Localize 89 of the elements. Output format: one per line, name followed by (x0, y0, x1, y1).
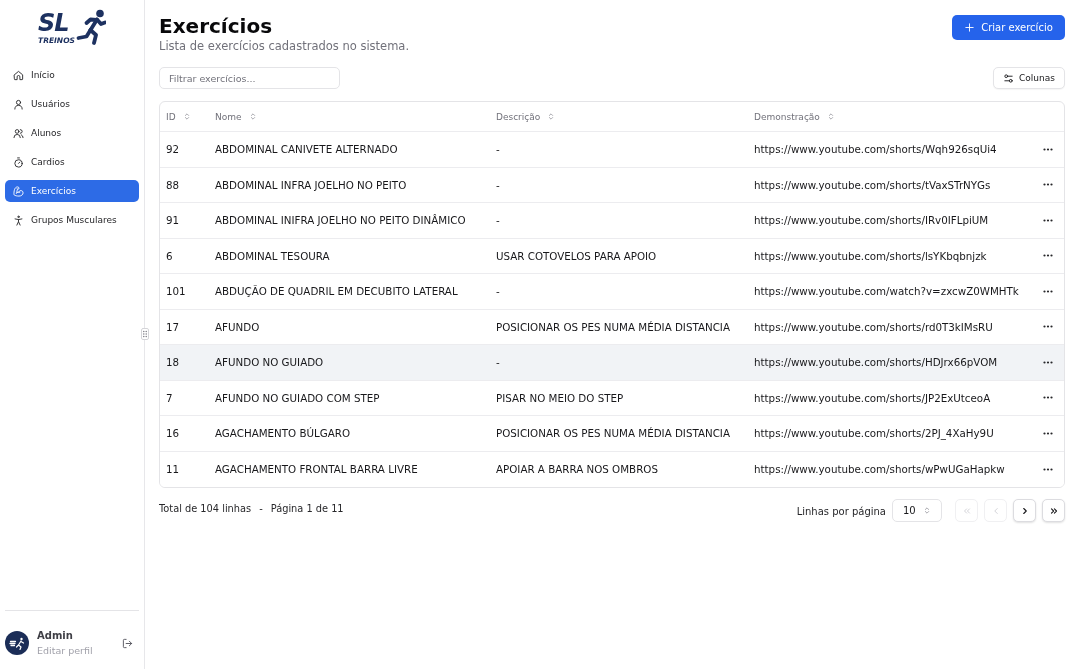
updown-chevron-icon (923, 506, 931, 515)
next-page-button[interactable] (1013, 499, 1036, 522)
exercise-name: AGACHAMENTO BÚLGARO (215, 427, 351, 440)
exercise-id: 91 (166, 214, 180, 227)
double-chevron-right-icon (1048, 505, 1059, 516)
more-icon[interactable] (1042, 147, 1053, 151)
flexed-arm-icon (13, 185, 24, 197)
columns-button[interactable]: Colunas (993, 67, 1065, 89)
logo-wordmark: SL (38, 12, 69, 34)
more-icon[interactable] (1042, 396, 1053, 400)
exercise-id: 92 (166, 143, 180, 156)
runner-icon (75, 9, 106, 45)
exercise-name: ABDOMINAL INFRA JOELHO NO PEITO (215, 178, 407, 191)
exercise-name: AGACHAMENTO FRONTAL BARRA LIVRE (215, 463, 418, 476)
exercise-description: - (496, 178, 500, 191)
exercise-description: USAR COTOVELOS PARA APOIO (496, 249, 657, 262)
more-icon[interactable] (1042, 183, 1053, 187)
plus-icon (964, 22, 976, 33)
rows-per-page-label: Linhas por página (796, 506, 886, 517)
separator-text: - (259, 502, 263, 516)
stopwatch-icon (13, 156, 24, 168)
exercise-name: AFUNDO (215, 320, 260, 333)
more-icon[interactable] (1042, 254, 1053, 258)
nav-item[interactable]: Usuários (5, 93, 139, 115)
video-url: https://www.youtube.com/shorts/Wqh926sqUi4 (754, 143, 997, 156)
total-rows-text: Total de 104 linhas (159, 502, 252, 516)
page-indicator: Página 1 de 11 (270, 502, 344, 516)
nav-item[interactable]: Cardios (5, 151, 139, 173)
column-header[interactable]: Descrição (490, 111, 556, 122)
exercise-description: - (496, 356, 500, 369)
exercise-id: 11 (166, 463, 180, 476)
nav-item[interactable]: Exercícios (5, 180, 139, 202)
more-icon[interactable] (1042, 289, 1053, 293)
double-chevron-left-icon (961, 505, 972, 516)
page-title: Exercícios (159, 14, 274, 38)
exercise-description: POSICIONAR OS PES NUMA MÉDIA DISTANCIA (496, 427, 730, 440)
more-icon[interactable] (1042, 325, 1053, 329)
users-icon (13, 127, 24, 139)
exercise-id: 16 (166, 427, 180, 440)
sliders-icon (1003, 72, 1015, 84)
video-url: https://www.youtube.com/watch?v=zxcwZ0WMHTk (754, 285, 1019, 298)
drag-handle-icon[interactable] (141, 328, 149, 340)
home-icon (13, 69, 24, 81)
nav-item[interactable]: Grupos Musculares (5, 209, 139, 231)
video-url: https://www.youtube.com/shorts/IRv0IFLpiUM (754, 214, 989, 227)
column-header[interactable]: Nome (209, 111, 257, 122)
video-url: https://www.youtube.com/shorts/HDJrx66pVOM (754, 356, 998, 369)
last-page-button[interactable] (1042, 499, 1065, 522)
exercise-name: AFUNDO NO GUIADO COM STEP (215, 391, 380, 404)
exercise-id: 17 (166, 320, 180, 333)
video-url: https://www.youtube.com/shorts/JP2ExUtceoA (754, 391, 991, 404)
user-name: Admin (37, 629, 74, 642)
more-icon[interactable] (1042, 360, 1053, 364)
exercise-name: ABDOMINAL INIFRA JOELHO NO PEITO DINÂMICO (215, 214, 466, 227)
exercise-description: - (496, 214, 500, 227)
nav-item[interactable]: Início (5, 64, 139, 86)
exercise-name: AFUNDO NO GUIADO (215, 356, 324, 369)
more-icon[interactable] (1042, 218, 1053, 222)
exercise-description: PISAR NO MEIO DO STEP (496, 391, 624, 404)
nav-item[interactable]: Alunos (5, 122, 139, 144)
video-url: https://www.youtube.com/shorts/lsYKbqbnjzk (754, 249, 987, 262)
exercise-description: - (496, 143, 500, 156)
exercise-id: 6 (166, 249, 173, 262)
exercise-name: ABDOMINAL CANIVETE ALTERNADO (215, 143, 398, 156)
column-header[interactable]: Demonstração (748, 111, 835, 122)
rows-per-page-select[interactable]: 10 (892, 499, 942, 522)
exercise-description: - (496, 285, 500, 298)
exercise-name: ABDUÇÃO DE QUADRIL EM DECUBITO LATERAL (215, 285, 458, 298)
filter-field[interactable]: Filtrar exercícios... (159, 67, 340, 89)
person-icon (13, 214, 24, 226)
user-icon (13, 98, 24, 110)
exercise-description: POSICIONAR OS PES NUMA MÉDIA DISTANCIA (496, 320, 730, 333)
video-url: https://www.youtube.com/shorts/tVaxSTrNYGs (754, 178, 991, 191)
logout-icon[interactable] (122, 637, 133, 649)
video-url: https://www.youtube.com/shorts/rd0T3kIMsRU (754, 320, 993, 333)
video-url: https://www.youtube.com/shorts/wPwUGaHapkw (754, 463, 1005, 476)
exercise-id: 18 (166, 356, 180, 369)
exercise-description: APOIAR A BARRA NOS OMBROS (496, 463, 658, 476)
exercise-id: 101 (166, 285, 186, 298)
avatar-icon (5, 631, 29, 655)
exercise-id: 7 (166, 391, 173, 404)
create-exercise-button[interactable]: Criar exercício (952, 15, 1065, 40)
page-subtitle: Lista de exercícios cadastrados no sistema. (159, 38, 410, 54)
exercise-name: ABDOMINAL TESOURA (215, 249, 330, 262)
more-icon[interactable] (1042, 467, 1053, 471)
exercise-id: 88 (166, 178, 180, 191)
more-icon[interactable] (1042, 431, 1053, 435)
video-url: https://www.youtube.com/shorts/2PJ_4XaHy9U (754, 427, 994, 440)
column-header[interactable]: ID (160, 111, 191, 122)
